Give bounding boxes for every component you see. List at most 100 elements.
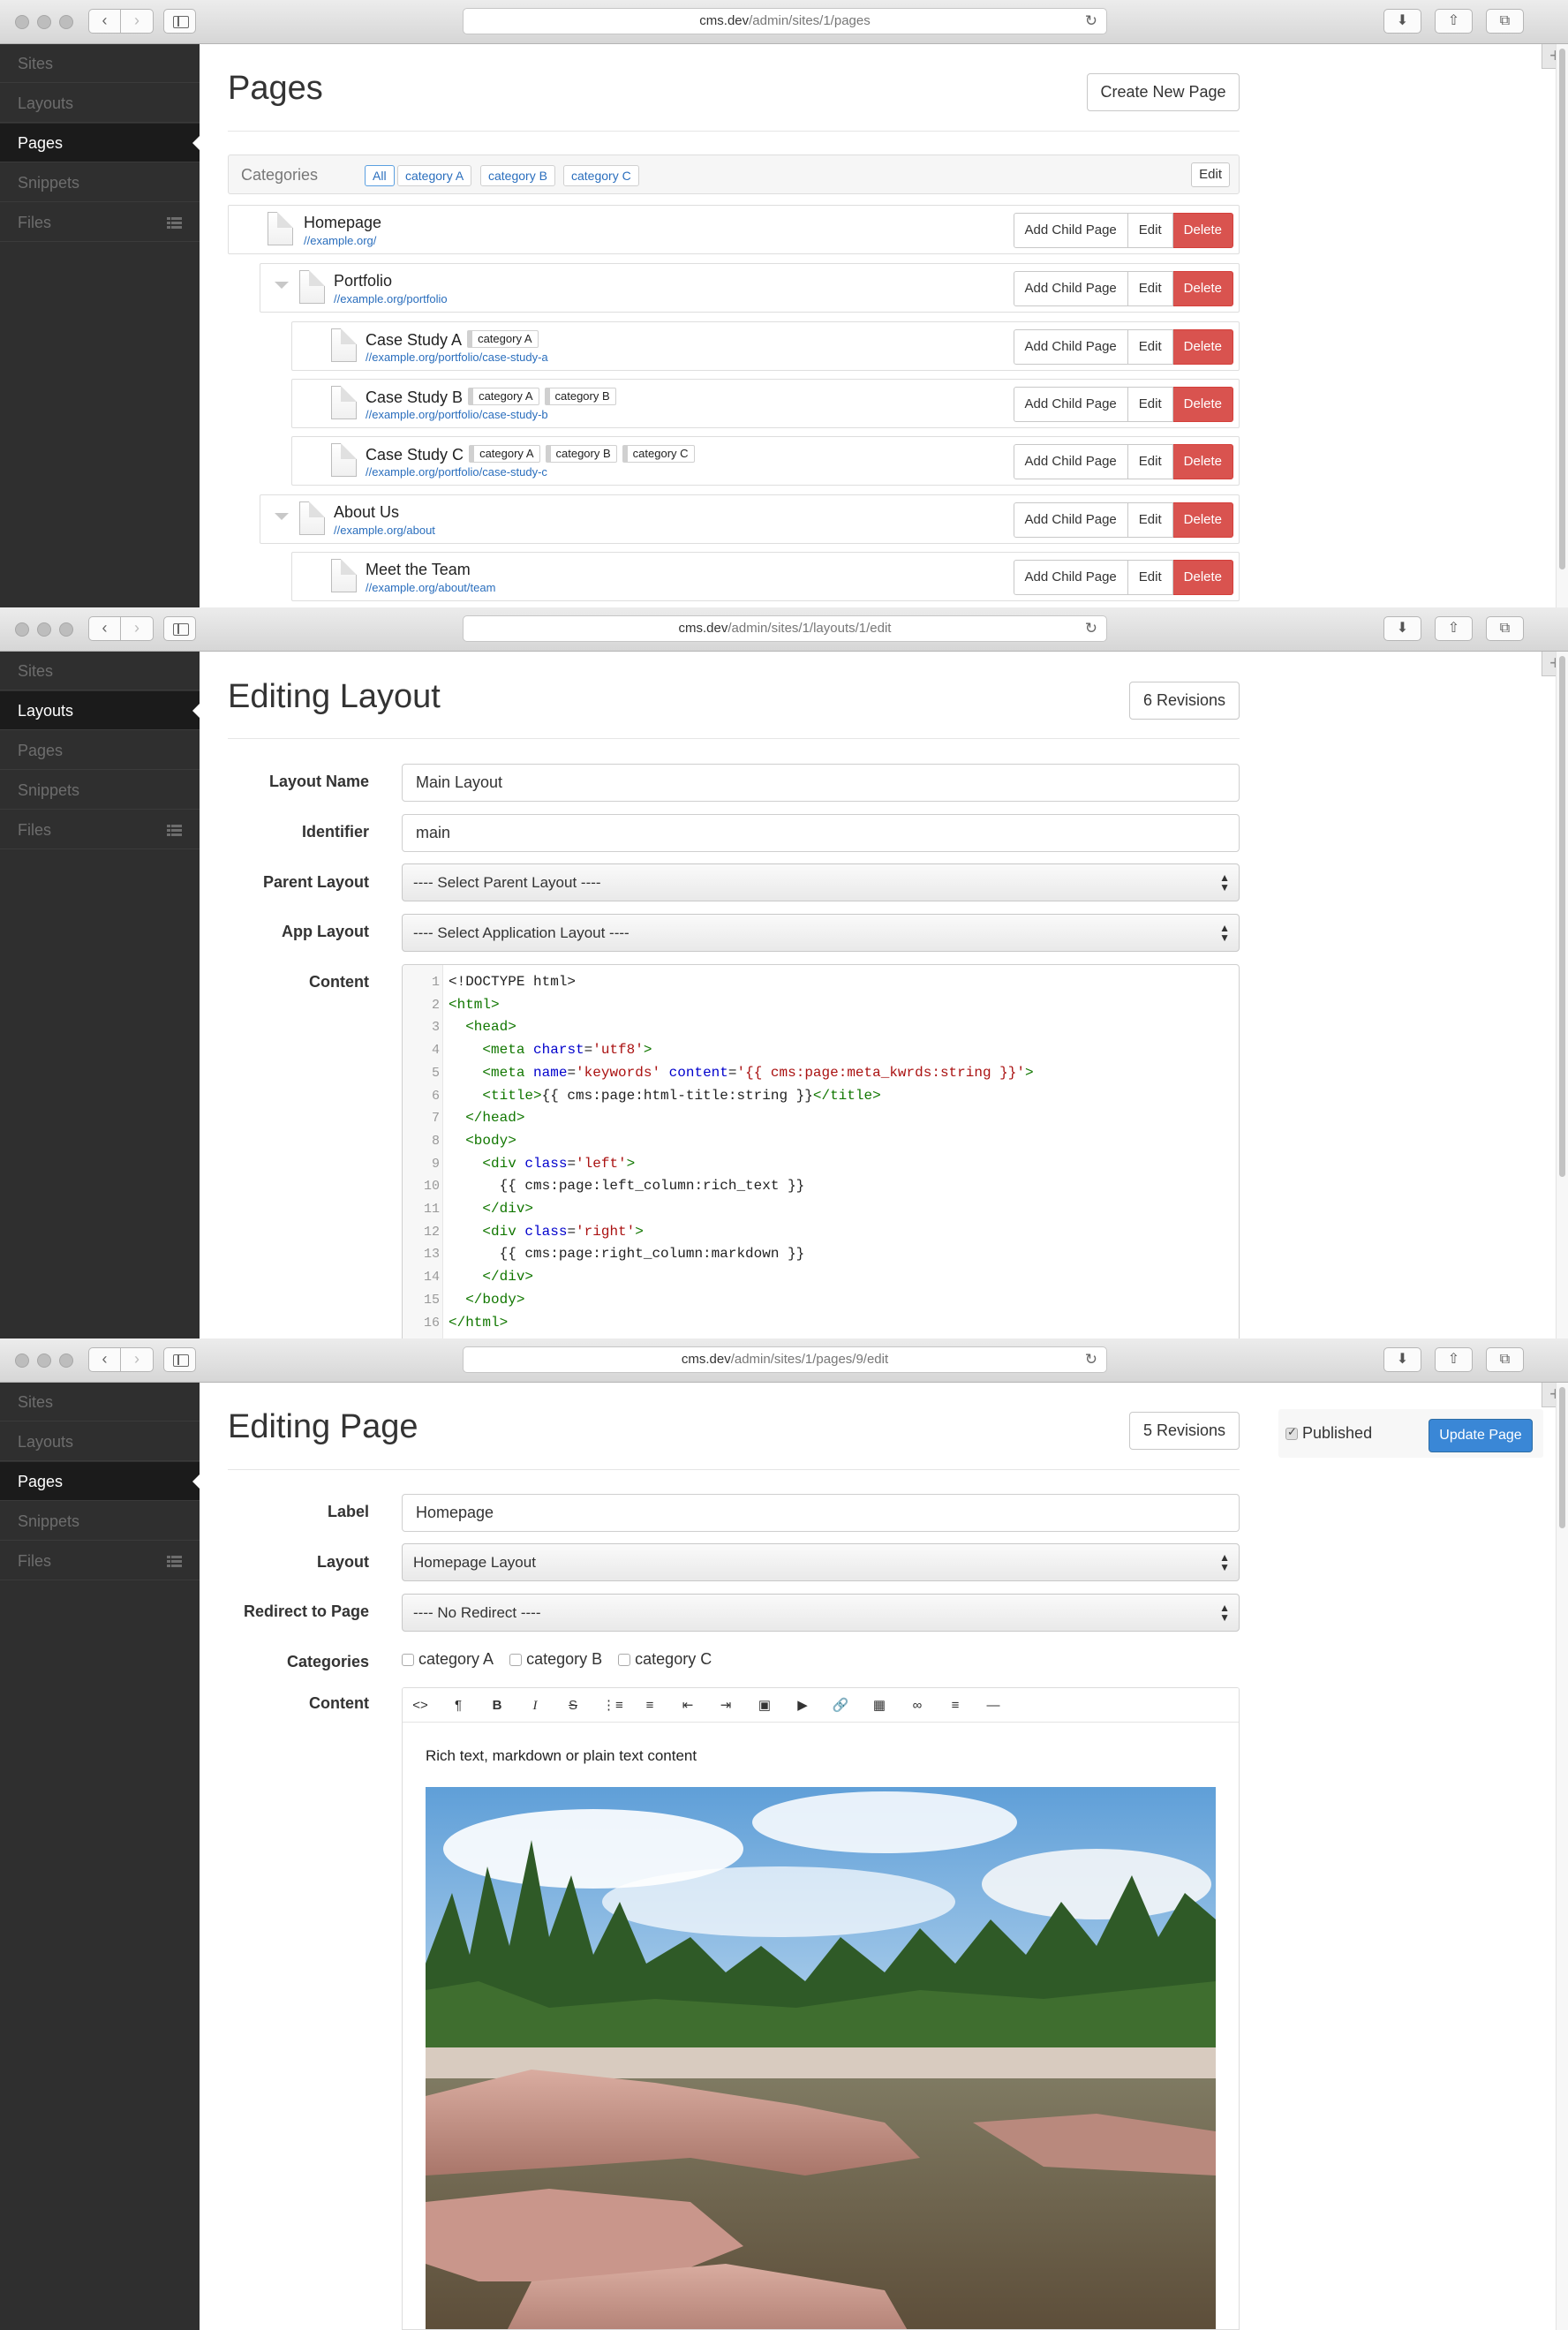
page-name[interactable]: Meet the Team — [366, 561, 471, 579]
close-light[interactable] — [15, 1354, 29, 1368]
sidebar-item-pages[interactable]: Pages — [0, 1462, 200, 1501]
code-line[interactable]: 9 <div class='left'> — [403, 1152, 635, 1175]
sidebar-item-layouts[interactable]: Layouts — [0, 691, 200, 730]
minimize-light[interactable] — [37, 622, 51, 637]
category-b-option[interactable]: category B — [509, 1650, 602, 1669]
category-filter-all[interactable]: All — [365, 165, 395, 186]
category-filter-c[interactable]: category C — [563, 165, 639, 186]
edit-button[interactable]: Edit — [1127, 271, 1173, 306]
code-line[interactable]: 10 {{ cms:page:left_column:rich_text }} — [403, 1174, 804, 1197]
revisions-button[interactable]: 6 Revisions — [1129, 682, 1240, 720]
zoom-light[interactable] — [59, 622, 73, 637]
page-name[interactable]: Case Study Bcategory Acategory B — [366, 388, 616, 407]
redirect-select[interactable]: ---- No Redirect ---- ▲ ▼ — [402, 1594, 1240, 1632]
reload-icon[interactable]: ↻ — [1085, 616, 1097, 641]
collapse-toggle-icon[interactable] — [275, 513, 289, 520]
checkbox[interactable] — [618, 1654, 631, 1666]
edit-button[interactable]: Edit — [1127, 444, 1173, 479]
forward-button[interactable]: › — [121, 9, 154, 34]
code-line[interactable]: 11 </div> — [403, 1197, 533, 1220]
share-icon[interactable]: ⇧ — [1435, 616, 1473, 641]
code-line[interactable]: 7 </head> — [403, 1106, 524, 1129]
page-url[interactable]: //example.org/ — [304, 234, 376, 247]
rich-text-editor[interactable]: <> ¶ B I S ⋮≡ ≡ ⇤ ⇥ ▣ ▶ 🔗 ▦ ∞ ≡ — Rich t… — [402, 1687, 1240, 2330]
landscape-photo[interactable] — [426, 1787, 1216, 2330]
page-url[interactable]: //example.org/portfolio — [334, 292, 448, 305]
layout-name-input[interactable]: Main Layout — [402, 764, 1240, 802]
back-button[interactable]: ‹ — [88, 9, 121, 34]
delete-button[interactable]: Delete — [1172, 329, 1233, 365]
add-child-page-button[interactable]: Add Child Page — [1013, 444, 1128, 479]
close-light[interactable] — [15, 15, 29, 29]
sidebar-item-files[interactable]: Files — [0, 811, 200, 849]
categories-edit-button[interactable]: Edit — [1191, 162, 1230, 187]
tabs-icon[interactable]: ⧉ — [1486, 616, 1524, 641]
code-line[interactable]: 8 <body> — [403, 1129, 516, 1152]
code-icon[interactable]: <> — [411, 1697, 429, 1715]
code-line[interactable]: 14 </div> — [403, 1265, 533, 1288]
code-line[interactable]: 13 {{ cms:page:right_column:markdown }} — [403, 1242, 804, 1265]
page-url[interactable]: //example.org/about/team — [366, 581, 495, 594]
page-name[interactable]: Case Study Ccategory Acategory Bcategory… — [366, 445, 695, 464]
revisions-button[interactable]: 5 Revisions — [1129, 1412, 1240, 1450]
sidebar-item-snippets[interactable]: Snippets — [0, 1502, 200, 1541]
published-toggle[interactable]: Published — [1285, 1424, 1372, 1443]
add-child-page-button[interactable]: Add Child Page — [1013, 213, 1128, 248]
page-name[interactable]: Homepage — [304, 214, 381, 232]
page-name[interactable]: Portfolio — [334, 272, 392, 290]
add-child-page-button[interactable]: Add Child Page — [1013, 502, 1128, 538]
minimize-light[interactable] — [37, 1354, 51, 1368]
layout-select[interactable]: Homepage Layout ▲ ▼ — [402, 1543, 1240, 1581]
video-icon[interactable]: ▶ — [794, 1697, 811, 1715]
italic-icon[interactable]: I — [526, 1697, 544, 1715]
sidebar-item-snippets[interactable]: Snippets — [0, 163, 200, 202]
delete-button[interactable]: Delete — [1172, 213, 1233, 248]
download-icon[interactable]: ⬇ — [1383, 616, 1421, 641]
code-line[interactable]: 12 <div class='right'> — [403, 1220, 644, 1243]
tabs-icon[interactable]: ⧉ — [1486, 1347, 1524, 1372]
create-page-button[interactable]: Create New Page — [1087, 73, 1240, 111]
forward-button[interactable]: › — [121, 1347, 154, 1372]
sidebar-item-files[interactable]: Files — [0, 203, 200, 242]
page-url[interactable]: //example.org/portfolio/case-study-a — [366, 351, 548, 364]
add-child-page-button[interactable]: Add Child Page — [1013, 271, 1128, 306]
identifier-input[interactable]: main — [402, 814, 1240, 852]
edit-button[interactable]: Edit — [1127, 329, 1173, 365]
app-layout-select[interactable]: ---- Select Application Layout ---- ▲ ▼ — [402, 914, 1240, 952]
address-bar[interactable]: cms.dev/admin/sites/1/layouts/1/edit ↻ — [463, 615, 1107, 642]
sidebar-toggle-icon[interactable] — [163, 616, 196, 641]
code-line[interactable]: 5 <meta name='keywords' content='{{ cms:… — [403, 1061, 1034, 1084]
edit-button[interactable]: Edit — [1127, 387, 1173, 422]
label-input[interactable]: Homepage — [402, 1494, 1240, 1532]
edit-button[interactable]: Edit — [1127, 213, 1173, 248]
code-line[interactable]: 16 </html> — [403, 1311, 508, 1334]
sidebar-toggle-icon[interactable] — [163, 9, 196, 34]
page-name[interactable]: About Us — [334, 503, 399, 522]
sidebar-item-sites[interactable]: Sites — [0, 1383, 200, 1421]
sidebar-item-pages[interactable]: Pages — [0, 124, 200, 162]
scroll-thumb[interactable] — [1559, 49, 1565, 569]
table-icon[interactable]: ▦ — [871, 1697, 888, 1715]
category-c-option[interactable]: category C — [618, 1650, 712, 1669]
sidebar-item-files[interactable]: Files — [0, 1542, 200, 1580]
edit-button[interactable]: Edit — [1127, 502, 1173, 538]
code-line[interactable]: 6 <title>{{ cms:page:html-title:string }… — [403, 1084, 881, 1107]
share-icon[interactable]: ⇧ — [1435, 9, 1473, 34]
paragraph-icon[interactable]: ¶ — [449, 1697, 467, 1715]
close-light[interactable] — [15, 622, 29, 637]
page-url[interactable]: //example.org/about — [334, 524, 435, 537]
ordered-list-icon[interactable]: ≡ — [641, 1697, 659, 1715]
sidebar-item-sites[interactable]: Sites — [0, 44, 200, 83]
scrollbar[interactable] — [1556, 44, 1568, 607]
delete-button[interactable]: Delete — [1172, 444, 1233, 479]
sidebar-item-layouts[interactable]: Layouts — [0, 84, 200, 123]
sidebar-item-snippets[interactable]: Snippets — [0, 771, 200, 810]
address-bar[interactable]: cms.dev/admin/sites/1/pages ↻ — [463, 8, 1107, 34]
scroll-thumb[interactable] — [1559, 1387, 1565, 1528]
zoom-light[interactable] — [59, 1354, 73, 1368]
page-name[interactable]: Case Study Acategory A — [366, 330, 539, 350]
indent-icon[interactable]: ⇥ — [717, 1697, 735, 1715]
minimize-light[interactable] — [37, 15, 51, 29]
add-child-page-button[interactable]: Add Child Page — [1013, 329, 1128, 365]
delete-button[interactable]: Delete — [1172, 271, 1233, 306]
